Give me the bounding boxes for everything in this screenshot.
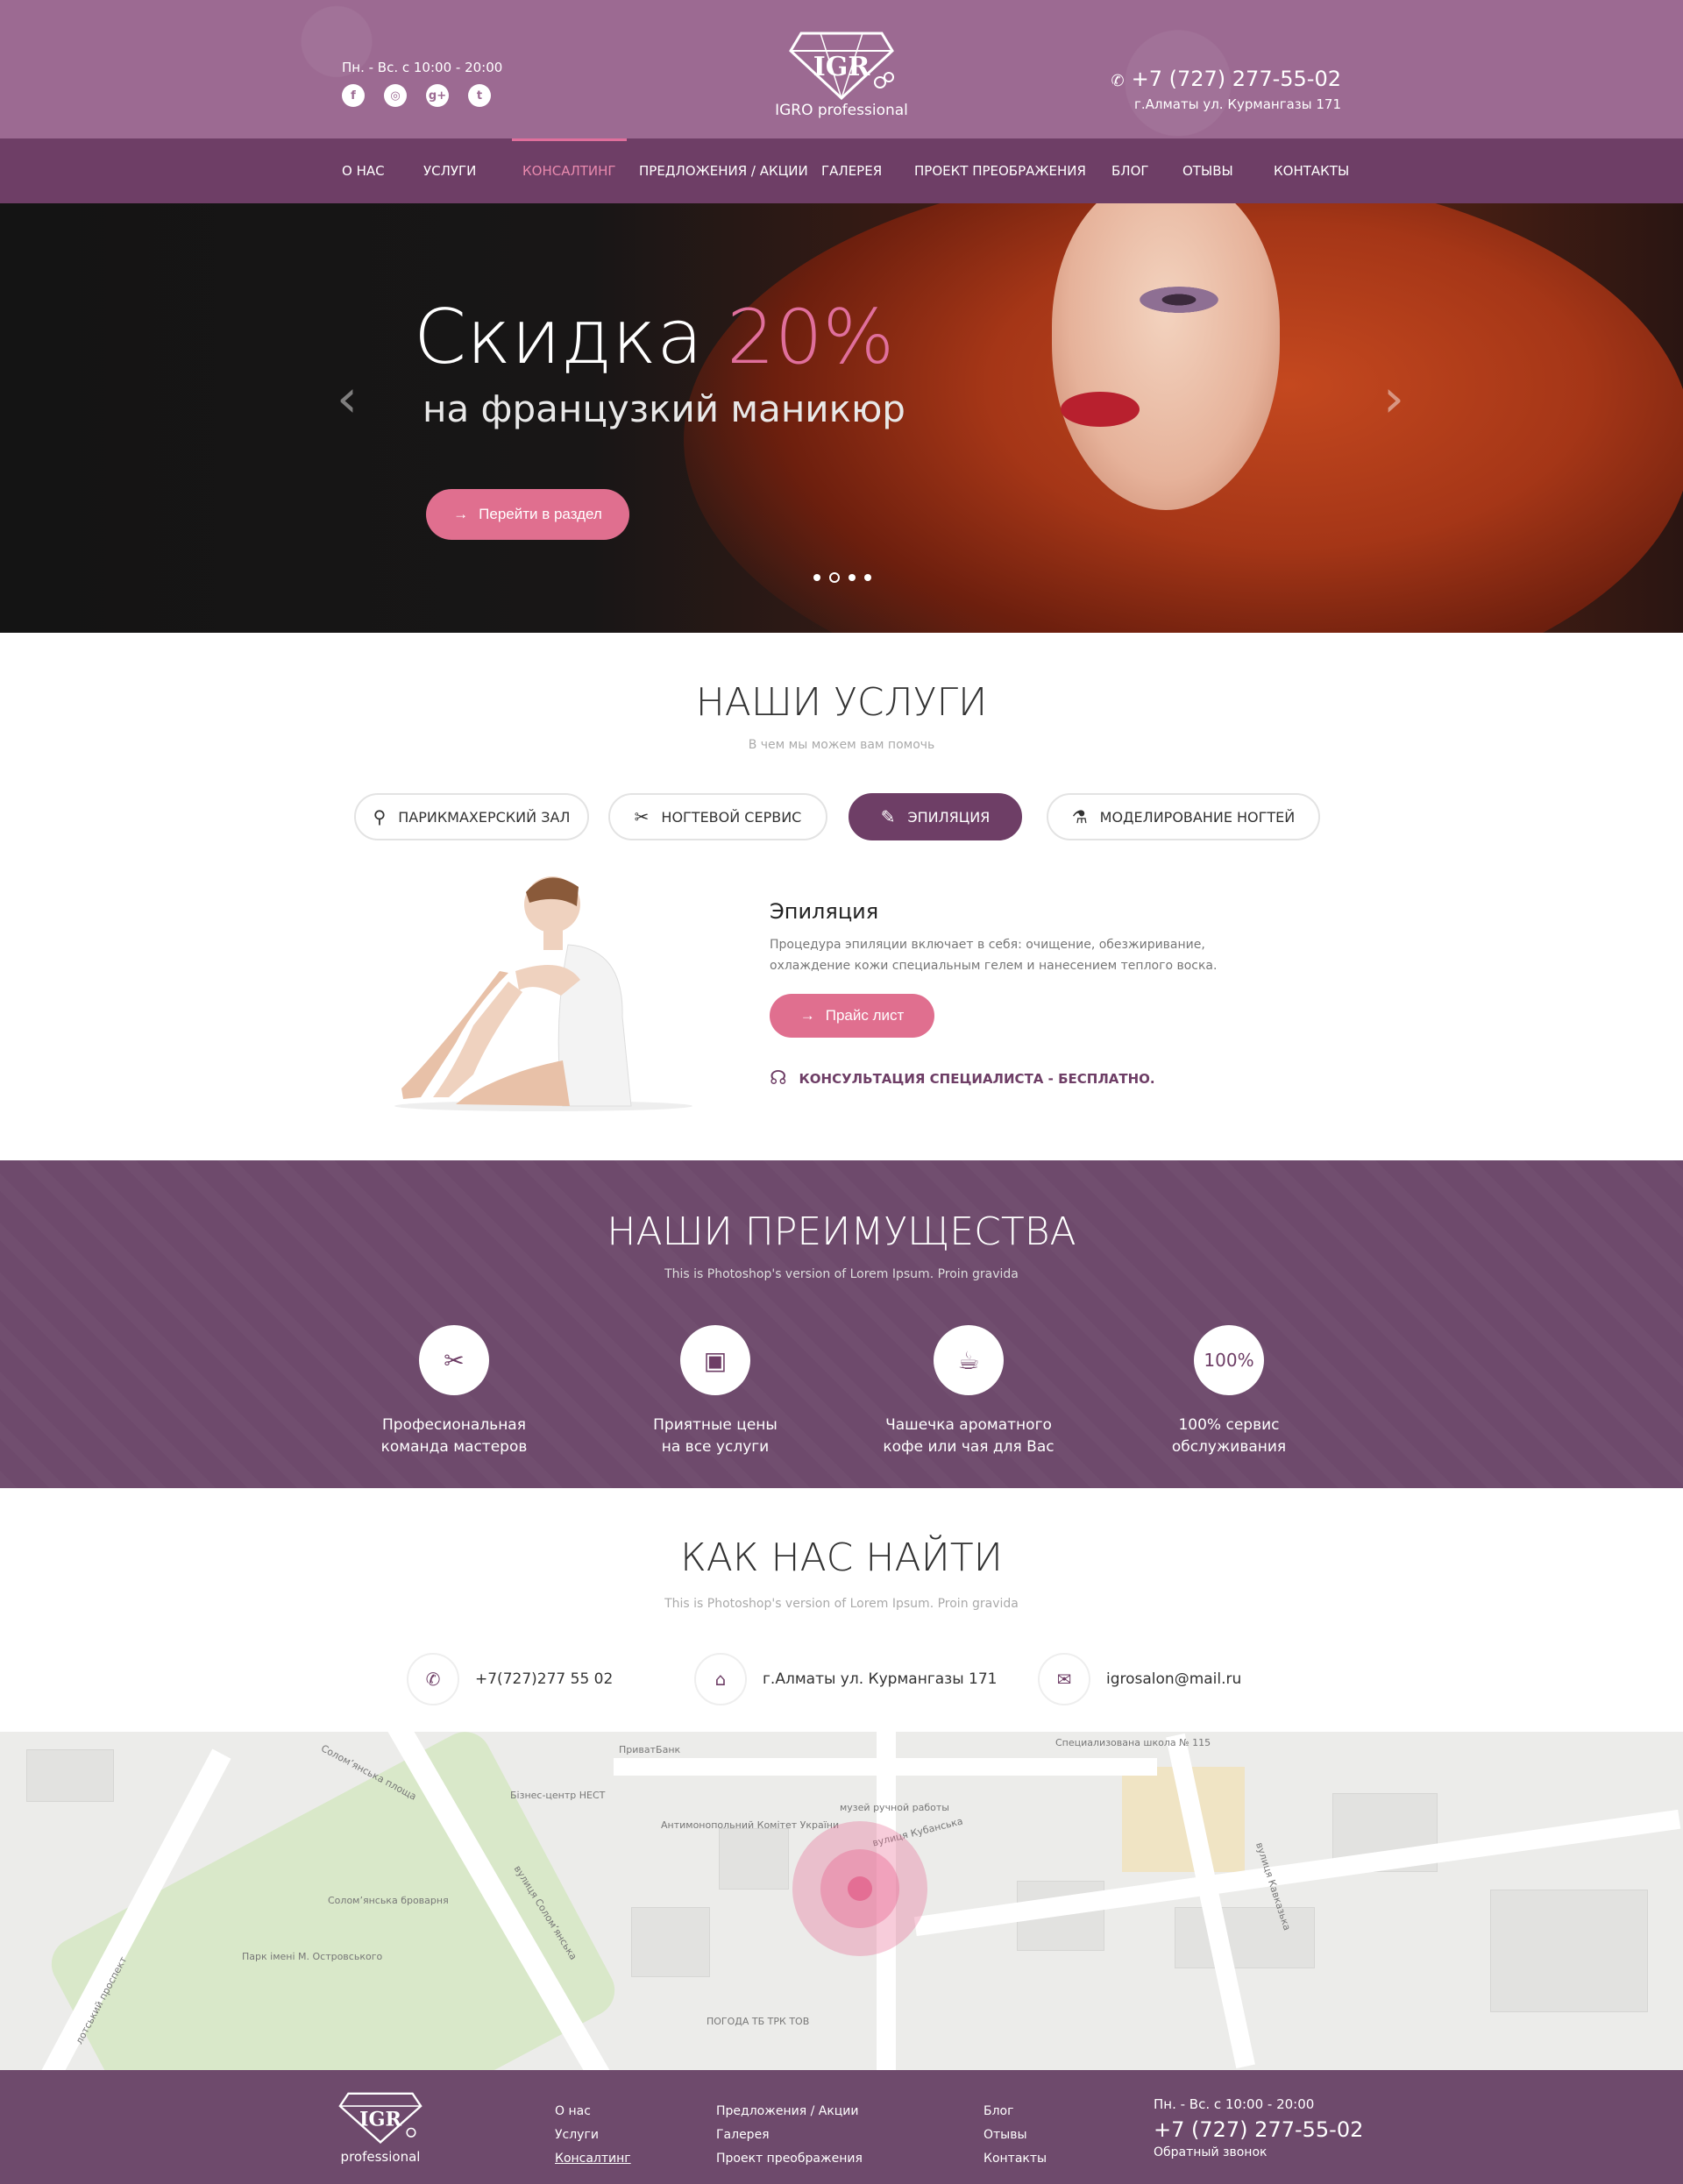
hero-image-eye (1140, 287, 1218, 313)
hero-discount: 20% (727, 294, 895, 381)
arrow-right-icon: → (799, 1007, 815, 1024)
percent-badge: 100% (1194, 1325, 1264, 1395)
footer-phone[interactable]: +7 (727) 277-55-02 (1154, 2117, 1363, 2142)
footer: IGR professional О нас Услуги Консалтинг… (0, 2070, 1683, 2184)
instagram-icon[interactable]: ◎ (384, 84, 407, 107)
header-phone[interactable]: ✆ +7 (727) 277-55-02 (1111, 67, 1341, 91)
contact-address: ⌂ г.Алматы ул. Курмангазы 171 (694, 1653, 997, 1705)
nav-transformation[interactable]: ПРОЕКТ ПРЕОБРАЖЕНИЯ (914, 138, 1086, 203)
slider-next-chevron-icon[interactable]: › (1383, 368, 1404, 429)
nav-services[interactable]: УСЛУГИ (423, 138, 476, 203)
service-detail-title: Эпиляция (770, 899, 879, 924)
nail-polish-icon: ⚗ (1071, 806, 1088, 827)
header-address: г.Алматы ул. Курмангазы 171 (1133, 96, 1341, 112)
nav-about[interactable]: О НАС (342, 138, 385, 203)
nav-blog[interactable]: БЛОГ (1111, 138, 1149, 203)
envelope-icon: ✉ (1038, 1653, 1090, 1705)
twitter-icon[interactable]: t (468, 84, 491, 107)
footer-link-services[interactable]: Услуги (555, 2124, 631, 2147)
svg-text:IGR: IGR (359, 2108, 401, 2131)
headset-icon: ☊ (770, 1067, 787, 1089)
footer-link-reviews[interactable]: Отывы (984, 2124, 1047, 2147)
mirror-icon: ⚲ (373, 806, 387, 827)
phone-icon: ✆ (1111, 72, 1125, 90)
header-bar: Пн. - Вс. с 10:00 - 20:00 f ◎ g+ t IGR I… (0, 0, 1683, 138)
find-us-title: КАК НАС НАЙТИ (680, 1535, 1003, 1580)
footer-link-blog[interactable]: Блог (984, 2100, 1047, 2124)
footer-links-col2: Предложения / Акции Галерея Проект преоб… (716, 2100, 863, 2171)
footer-contacts: Пн. - Вс. с 10:00 - 20:00 +7 (727) 277-5… (1154, 2096, 1363, 2159)
scissors-icon: ✂ (419, 1325, 489, 1395)
slider-dot[interactable] (849, 574, 856, 581)
working-hours: Пн. - Вс. с 10:00 - 20:00 (342, 60, 503, 75)
tab-nail-service[interactable]: ✂ НОГТЕВОЙ СЕРВИС (608, 793, 827, 840)
footer-link-gallery[interactable]: Галерея (716, 2124, 863, 2147)
nav-gallery[interactable]: ГАЛЕРЕЯ (821, 138, 882, 203)
tab-hairdressing[interactable]: ⚲ ПАРИКМАХЕРСКИЙ ЗАЛ (354, 793, 589, 840)
advantage-item: ✂ Професиональная команда мастеров (340, 1325, 568, 1458)
logo-text: IGRO professional (775, 102, 908, 119)
free-consultation-link[interactable]: ☊ КОНСУЛЬТАЦИЯ СПЕЦИАЛИСТА - БЕСПЛАТНО. (770, 1067, 1155, 1089)
hero-cta-button[interactable]: → Перейти в раздел (426, 489, 629, 540)
tab-epilation[interactable]: ✎ ЭПИЛЯЦИЯ (849, 793, 1022, 840)
arrow-right-icon: → (453, 506, 469, 522)
slider-dot[interactable] (864, 574, 871, 581)
hero-subtitle: на французкий маникюр (423, 387, 905, 430)
price-list-button[interactable]: → Прайс лист (770, 994, 934, 1038)
razor-icon: ✎ (880, 806, 896, 827)
footer-link-about[interactable]: О нас (555, 2100, 631, 2124)
footer-links-col1: О нас Услуги Консалтинг (555, 2100, 631, 2171)
slider-prev-chevron-icon[interactable]: ‹ (337, 368, 358, 429)
footer-link-consulting[interactable]: Консалтинг (555, 2147, 631, 2171)
social-links: f ◎ g+ t (342, 84, 491, 107)
hero-title: Скидка 20% (414, 294, 895, 381)
svg-text:IGR: IGR (813, 52, 871, 82)
service-detail-description: Процедура эпиляции включает в себя: очищ… (770, 938, 1218, 973)
footer-link-contacts[interactable]: Контакты (984, 2147, 1047, 2171)
footer-link-offers[interactable]: Предложения / Акции (716, 2100, 863, 2124)
diamond-logo-icon: IGR (789, 32, 894, 100)
hero-image-lips (1061, 392, 1140, 427)
advantage-item: 100% 100% сервис обслуживания (1115, 1325, 1343, 1458)
advantages-subtitle: This is Photoshop's version of Lorem Ips… (664, 1267, 1019, 1281)
advantages-section: НАШИ ПРЕИМУЩЕСТВА This is Photoshop's ve… (0, 1160, 1683, 1488)
nav-offers[interactable]: ПРЕДЛОЖЕНИЯ / АКЦИИ (639, 138, 808, 203)
footer-hours: Пн. - Вс. с 10:00 - 20:00 (1154, 2096, 1315, 2112)
google-plus-icon[interactable]: g+ (426, 84, 449, 107)
site-logo[interactable]: IGR IGRO professional (754, 25, 929, 119)
header-contacts: ✆ +7 (727) 277-55-02 г.Алматы ул. Курманг… (1111, 67, 1341, 112)
slider-dot[interactable] (829, 572, 840, 583)
nav-contacts[interactable]: КОНТАКТЫ (1274, 138, 1349, 203)
nav-consulting[interactable]: КОНСАЛТИНГ (512, 138, 627, 203)
services-subtitle: В чем мы можем вам помочь (748, 738, 935, 752)
callback-link[interactable]: Обратный звонок (1154, 2145, 1363, 2159)
contact-email[interactable]: ✉ igrosalon@mail.ru (1038, 1653, 1241, 1705)
find-us-subtitle: This is Photoshop's version of Lorem Ips… (664, 1597, 1019, 1611)
map-location-pin-center (848, 1876, 872, 1901)
footer-links-col3: Блог Отывы Контакты (984, 2100, 1047, 2171)
nav-reviews[interactable]: ОТЫВЫ (1182, 138, 1233, 203)
coffee-cup-icon: ☕ (934, 1325, 1004, 1395)
tab-nail-modeling[interactable]: ⚗ МОДЕЛИРОВАНИЕ НОГТЕЙ (1047, 793, 1320, 840)
epilation-woman-image (394, 876, 692, 1111)
services-title: НАШИ УСЛУГИ (695, 680, 988, 725)
footer-logo[interactable]: IGR professional (338, 2089, 423, 2165)
facebook-icon[interactable]: f (342, 84, 365, 107)
advantages-title: НАШИ ПРЕИМУЩЕСТВА (607, 1209, 1076, 1254)
phone-icon: ✆ (407, 1653, 459, 1705)
advantage-item: ▣ Приятные цены на все услуги (601, 1325, 829, 1458)
diamond-logo-icon: IGR (338, 2092, 423, 2145)
footer-link-transformation[interactable]: Проект преображения (716, 2147, 863, 2171)
home-icon: ⌂ (694, 1653, 747, 1705)
main-nav: О НАС УСЛУГИ КОНСАЛТИНГ ПРЕДЛОЖЕНИЯ / АК… (0, 138, 1683, 203)
wallet-icon: ▣ (680, 1325, 750, 1395)
advantage-item: ☕ Чашечка ароматного кофе или чая для Вас (855, 1325, 1083, 1458)
contact-phone[interactable]: ✆ +7(727)277 55 02 (407, 1653, 613, 1705)
slider-dots (813, 572, 871, 583)
scissors-icon: ✂ (634, 806, 650, 827)
slider-dot[interactable] (813, 574, 820, 581)
